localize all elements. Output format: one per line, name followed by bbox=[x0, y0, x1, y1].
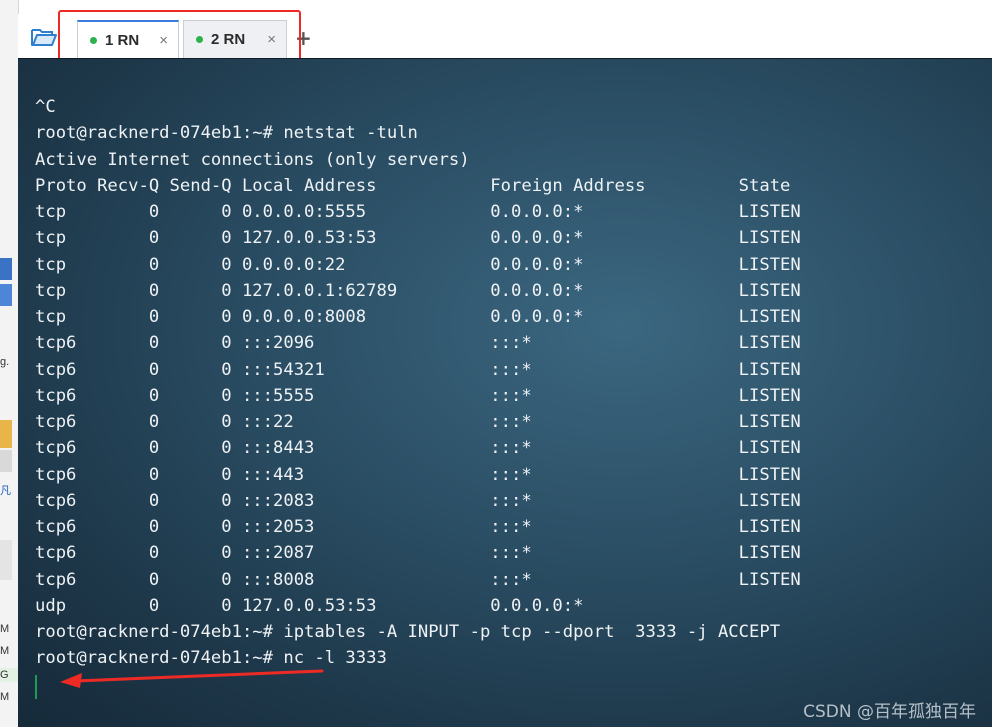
terminal-pane[interactable]: ^C root@racknerd-074eb1:~# netstat -tuln A… bbox=[18, 58, 992, 727]
terminal-line: Active Internet connections (only server… bbox=[35, 149, 470, 170]
terminal-line: tcp6 0 0 :::2087 :::* LISTEN bbox=[35, 543, 801, 564]
background-app-text: g. bbox=[0, 356, 10, 368]
background-app-text: G bbox=[0, 668, 18, 682]
background-app-block bbox=[0, 258, 12, 280]
terminal-line: root@racknerd-074eb1:~# iptables -A INPU… bbox=[35, 622, 781, 642]
terminal-line: tcp6 0 0 :::8008 :::* LISTEN bbox=[35, 569, 801, 590]
background-app-text: M bbox=[0, 623, 10, 635]
terminal-line: tcp6 0 0 :::2053 :::* LISTEN bbox=[35, 517, 801, 537]
terminal-line: tcp 0 0 127.0.0.1:62789 0.0.0.0:* LISTEN bbox=[35, 280, 801, 301]
terminal-line: root@racknerd-074eb1:~# netstat -tuln bbox=[35, 123, 418, 144]
terminal-cursor bbox=[35, 675, 37, 699]
background-app-strip: g. 凡 M M G M bbox=[0, 0, 19, 727]
background-app-text: 凡 bbox=[0, 485, 11, 497]
terminal-line: tcp 0 0 127.0.0.53:53 0.0.0.0:* LISTEN bbox=[35, 228, 801, 249]
terminal-line: tcp6 0 0 :::2096 :::* LISTEN bbox=[35, 333, 801, 354]
background-app-block bbox=[0, 284, 12, 306]
terminal-line: tcp6 0 0 :::443 :::* LISTEN bbox=[35, 464, 801, 485]
terminal-line: tcp6 0 0 :::22 :::* LISTEN bbox=[35, 412, 801, 432]
terminal-line: Proto Recv-Q Send-Q Local Address Foreig… bbox=[35, 175, 791, 196]
terminal-output: ^C root@racknerd-074eb1:~# netstat -tuln A… bbox=[35, 94, 801, 672]
annotation-arrow-icon bbox=[60, 669, 324, 688]
watermark-text: CSDN @百年孤独百年 bbox=[803, 702, 976, 722]
terminal-line: tcp 0 0 0.0.0.0:5555 0.0.0.0:* LISTEN bbox=[35, 202, 801, 222]
background-app-block bbox=[0, 540, 12, 580]
terminal-line: tcp6 0 0 :::5555 :::* LISTEN bbox=[35, 385, 801, 406]
open-folder-icon[interactable] bbox=[30, 26, 58, 48]
background-app-block bbox=[0, 450, 12, 472]
terminal-line: tcp6 0 0 :::8443 :::* LISTEN bbox=[35, 438, 801, 459]
terminal-line: tcp6 0 0 :::2083 :::* LISTEN bbox=[35, 490, 801, 511]
background-app-text: M bbox=[0, 645, 10, 657]
terminal-line: tcp6 0 0 :::54321 :::* LISTEN bbox=[35, 359, 801, 380]
terminal-line: tcp 0 0 0.0.0.0:8008 0.0.0.0:* LISTEN bbox=[35, 307, 801, 327]
background-app-block bbox=[0, 420, 12, 448]
background-app-text: M bbox=[0, 691, 10, 703]
terminal-line: tcp 0 0 0.0.0.0:22 0.0.0.0:* LISTEN bbox=[35, 254, 801, 275]
terminal-line: udp 0 0 127.0.0.53:53 0.0.0.0:* bbox=[35, 595, 584, 616]
terminal-line: ^C bbox=[35, 97, 56, 117]
screenshot-root: g. 凡 M M G M 1 RN × 2 RN × + ^C root@rack… bbox=[0, 0, 992, 727]
